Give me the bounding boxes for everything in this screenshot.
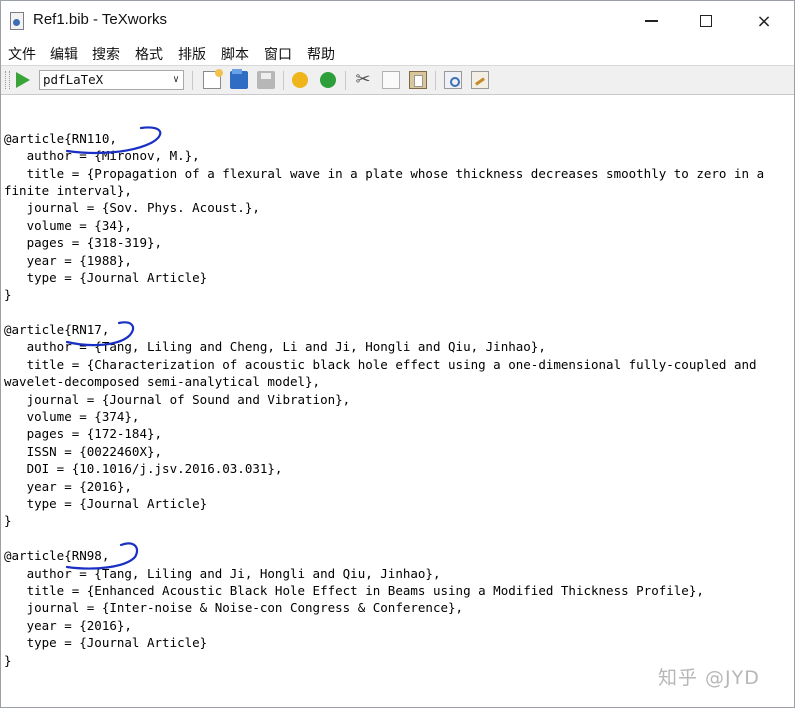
engine-select[interactable]: pdfLaTeX ∨ <box>39 70 184 90</box>
code-line[interactable]: volume = {374}, <box>4 408 764 425</box>
minimize-icon <box>644 20 658 22</box>
code-line[interactable] <box>4 95 764 112</box>
menu-edit[interactable]: 编辑 <box>50 44 78 64</box>
maximize-button[interactable] <box>681 1 731 41</box>
menu-typeset[interactable]: 排版 <box>178 44 206 64</box>
code-line[interactable]: volume = {34}, <box>4 217 764 234</box>
save-icon[interactable] <box>257 71 275 89</box>
code-line[interactable]: year = {2016}, <box>4 478 764 495</box>
code-line[interactable]: title = {Propagation of a flexural wave … <box>4 165 765 182</box>
toolbar-separator <box>345 71 346 90</box>
code-line[interactable]: journal = {Inter-noise & Noise-con Congr… <box>4 599 764 616</box>
watermark-text: 知乎 @JYD <box>658 667 760 689</box>
close-icon: × <box>756 10 772 32</box>
minimize-button[interactable] <box>626 1 676 41</box>
code-line[interactable]: @article{RN17, <box>4 321 764 338</box>
code-line[interactable]: author = {Mironov, M.}, <box>4 147 764 164</box>
title-bar: Ref1.bib - TeXworks × <box>1 1 794 41</box>
replace-icon[interactable] <box>471 71 489 89</box>
close-button[interactable]: × <box>739 1 789 41</box>
chevron-down-icon: ∨ <box>172 74 179 85</box>
menu-window[interactable]: 窗口 <box>264 44 292 64</box>
code-line[interactable]: @article{RN110, <box>4 130 764 147</box>
code-line[interactable]: title = {Characterization of acoustic bl… <box>4 356 764 373</box>
cut-icon[interactable]: ✂ <box>354 71 372 89</box>
code-line[interactable]: ISSN = {0022460X}, <box>4 443 764 460</box>
code-line[interactable] <box>4 304 764 321</box>
menu-scripts[interactable]: 脚本 <box>221 44 249 64</box>
code-line[interactable] <box>4 112 764 129</box>
code-line[interactable]: type = {Journal Article} <box>4 495 764 512</box>
maximize-icon <box>700 15 712 27</box>
code-line[interactable]: journal = {Sov. Phys. Acoust.}, <box>4 199 764 216</box>
copy-icon[interactable] <box>382 71 400 89</box>
code-line[interactable]: } <box>4 512 764 529</box>
typeset-play-icon[interactable] <box>16 72 30 88</box>
code-line[interactable]: type = {Journal Article} <box>4 634 764 651</box>
menu-format[interactable]: 格式 <box>135 44 163 64</box>
toolbar-separator <box>283 71 284 90</box>
new-document-icon[interactable] <box>203 69 223 89</box>
code-line[interactable]: author = {Tang, Liling and Ji, Hongli an… <box>4 565 764 582</box>
texworks-window: Ref1.bib - TeXworks × 文件 编辑 搜索 格式 排版 脚本 … <box>0 0 795 708</box>
menu-help[interactable]: 帮助 <box>307 44 335 64</box>
code-line[interactable] <box>4 530 764 547</box>
code-line[interactable]: } <box>4 286 764 303</box>
toolbar-separator <box>435 71 436 90</box>
code-line[interactable]: year = {1988}, <box>4 252 764 269</box>
window-title: Ref1.bib - TeXworks <box>33 11 167 28</box>
code-line[interactable]: title = {Enhanced Acoustic Black Hole Ef… <box>4 582 764 599</box>
redo-icon[interactable] <box>320 72 336 88</box>
code-line[interactable]: DOI = {10.1016/j.jsv.2016.03.031}, <box>4 460 764 477</box>
engine-select-value: pdfLaTeX <box>43 72 104 87</box>
code-line[interactable]: finite interval}, <box>4 182 764 199</box>
code-line[interactable]: } <box>4 652 764 669</box>
find-icon[interactable] <box>444 71 462 89</box>
toolbar-grip[interactable] <box>5 71 10 89</box>
undo-icon[interactable] <box>292 72 308 88</box>
open-folder-icon[interactable] <box>230 69 248 89</box>
editor-text-area[interactable]: @article{RN110, author = {Mironov, M.}, … <box>1 95 794 707</box>
toolbar: pdfLaTeX ∨ ✂ <box>1 65 794 95</box>
paste-icon[interactable] <box>409 71 427 89</box>
code-line[interactable]: @article{RN98, <box>4 547 764 564</box>
code-line[interactable]: year = {2016}, <box>4 617 764 634</box>
code-line[interactable]: wavelet-decomposed semi-analytical model… <box>4 373 764 390</box>
texworks-document-icon <box>10 12 24 30</box>
menu-search[interactable]: 搜索 <box>92 44 120 64</box>
bib-source-code[interactable]: @article{RN110, author = {Mironov, M.}, … <box>4 95 764 669</box>
toolbar-separator <box>192 71 193 90</box>
code-line[interactable]: type = {Journal Article} <box>4 269 764 286</box>
menu-bar: 文件 编辑 搜索 格式 排版 脚本 窗口 帮助 <box>1 41 794 65</box>
code-line[interactable]: pages = {172-184}, <box>4 425 764 442</box>
code-line[interactable]: author = {Tang, Liling and Cheng, Li and… <box>4 338 764 355</box>
code-line[interactable]: pages = {318-319}, <box>4 234 764 251</box>
menu-file[interactable]: 文件 <box>8 44 36 64</box>
code-line[interactable]: journal = {Journal of Sound and Vibratio… <box>4 391 764 408</box>
